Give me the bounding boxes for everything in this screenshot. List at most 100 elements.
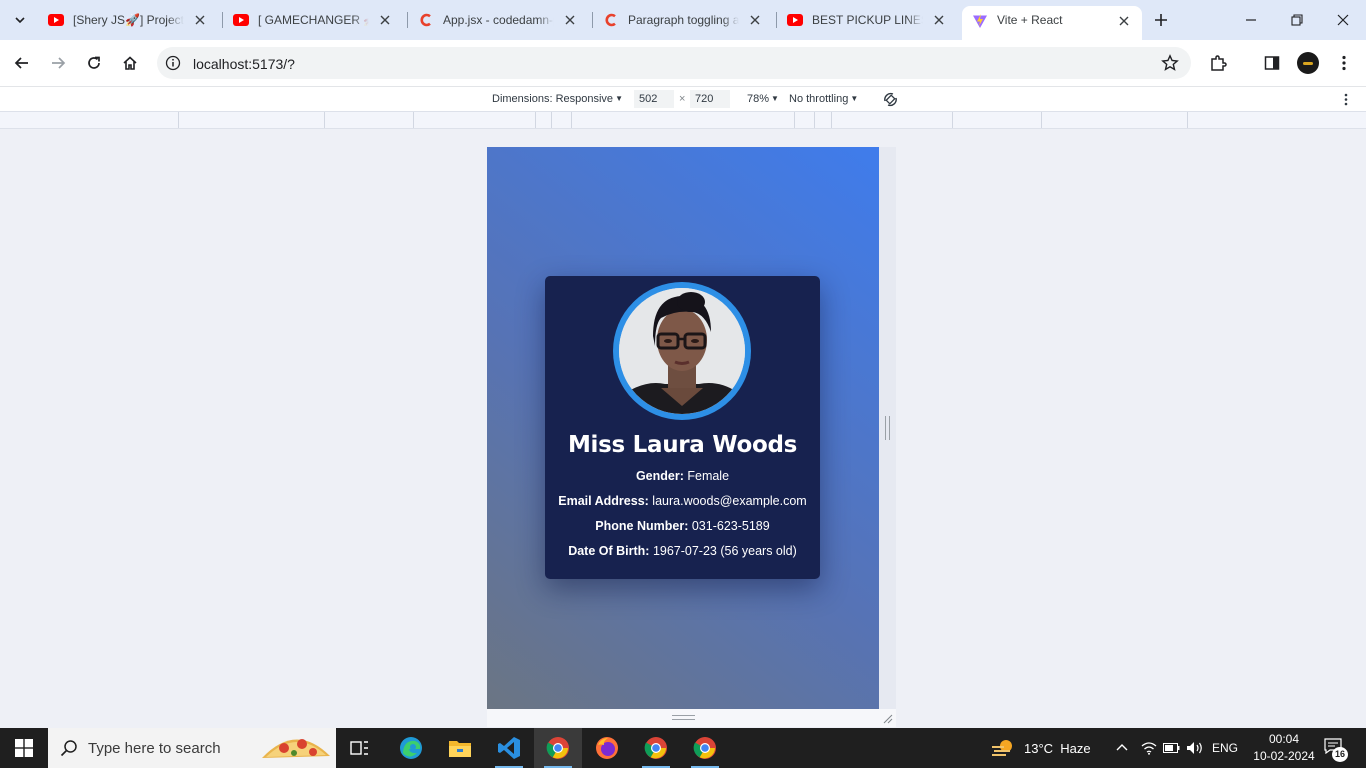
throttling-dropdown[interactable]: No throttling ▼	[789, 93, 858, 105]
width-input[interactable]: 502	[634, 90, 674, 108]
url-text: localhost:5173/?	[193, 56, 295, 72]
side-panel-button[interactable]	[1257, 48, 1287, 78]
email-value: laura.woods@example.com	[652, 494, 807, 508]
taskbar-chrome-3[interactable]	[681, 728, 729, 768]
firefox-icon	[596, 737, 618, 759]
browser-menu-button[interactable]	[1329, 48, 1359, 78]
info-icon[interactable]	[165, 55, 181, 71]
tab-title: Paragraph toggling a	[628, 13, 739, 27]
avatar-ring	[613, 282, 751, 420]
task-view-button[interactable]	[336, 728, 384, 768]
profile-card: Miss Laura Woods Gender: Female Email Ad…	[545, 276, 820, 579]
browser-toolbar: localhost:5173/?	[0, 40, 1366, 86]
dob-label: Date Of Birth:	[568, 544, 650, 558]
kebab-menu-icon[interactable]	[1344, 93, 1348, 106]
vscode-icon	[498, 737, 520, 759]
tab-title: [ GAMECHANGER 🚀	[258, 13, 369, 27]
tab-vite-react[interactable]: Vite + React	[962, 6, 1142, 40]
language-indicator[interactable]: ENG	[1212, 728, 1238, 768]
tab-title: [Shery JS🚀] Project 2	[73, 13, 184, 27]
arrow-left-icon	[14, 57, 28, 69]
zoom-dropdown[interactable]: 78% ▼	[747, 93, 779, 105]
tab-paragraph-toggling[interactable]: Paragraph toggling a	[593, 6, 773, 34]
clock-date: 10-02-2024	[1253, 749, 1315, 763]
back-button[interactable]	[7, 48, 37, 78]
restore-button[interactable]	[1274, 0, 1320, 40]
resize-grip-vertical[interactable]	[885, 416, 890, 440]
taskbar-firefox[interactable]	[583, 728, 631, 768]
dimensions-dropdown[interactable]: Dimensions: Responsive ▼	[492, 93, 623, 105]
extensions-button[interactable]	[1203, 48, 1233, 78]
minimize-icon	[1246, 19, 1256, 21]
tab-title: Vite + React	[997, 13, 1063, 27]
volume-icon[interactable]	[1186, 741, 1204, 755]
weather-widget[interactable]: 13°C Haze	[990, 728, 1091, 768]
taskbar-file-explorer[interactable]	[436, 728, 484, 768]
puzzle-icon	[1211, 55, 1227, 71]
battery-icon[interactable]	[1163, 743, 1180, 753]
windows-logo-icon	[15, 739, 33, 757]
taskbar-chrome-active[interactable]	[534, 728, 582, 768]
reload-button[interactable]	[79, 48, 109, 78]
wifi-icon[interactable]	[1141, 741, 1157, 755]
phone-label: Phone Number:	[595, 519, 689, 533]
height-input[interactable]: 720	[690, 90, 730, 108]
chrome-icon	[644, 737, 667, 759]
minimize-button[interactable]	[1228, 0, 1274, 40]
chrome-icon	[546, 737, 569, 759]
close-icon[interactable]	[747, 12, 763, 28]
emulated-viewport: Miss Laura Woods Gender: Female Email Ad…	[487, 147, 879, 709]
codedamn-icon	[603, 12, 619, 28]
dimension-times: ×	[679, 93, 686, 105]
tab-title: App.jsx - codedamn-p	[443, 13, 554, 27]
close-icon[interactable]	[192, 12, 208, 28]
tab-pickup-lines[interactable]: BEST PICKUP LINES 2	[777, 6, 957, 34]
phone-value: 031-623-5189	[691, 519, 770, 533]
notification-center-button[interactable]: 16	[1324, 738, 1348, 762]
close-icon[interactable]	[1116, 13, 1132, 29]
weather-text: 13°C Haze	[1024, 740, 1091, 756]
media-query-bar[interactable]	[0, 111, 1366, 129]
taskbar-vscode[interactable]	[485, 728, 533, 768]
tab-shery-js[interactable]: [Shery JS🚀] Project 2	[38, 6, 218, 34]
home-button[interactable]	[115, 48, 145, 78]
profile-phone-row: Phone Number: 031-623-5189	[545, 519, 820, 533]
address-bar[interactable]: localhost:5173/?	[157, 47, 1191, 79]
plus-icon	[1155, 14, 1167, 26]
gender-value: Female	[687, 469, 730, 483]
arrow-right-icon	[52, 57, 66, 69]
new-tab-button[interactable]	[1149, 8, 1173, 32]
home-icon	[123, 56, 137, 70]
tab-gamechanger[interactable]: [ GAMECHANGER 🚀	[223, 6, 403, 34]
vite-icon	[972, 13, 988, 29]
taskbar-chrome-2[interactable]	[632, 728, 680, 768]
search-icon	[60, 740, 77, 757]
youtube-icon	[48, 12, 64, 28]
taskbar-clock[interactable]: 00:04 10-02-2024	[1252, 731, 1316, 765]
resize-corner-icon[interactable]	[881, 712, 893, 724]
youtube-icon	[233, 12, 249, 28]
search-placeholder: Type here to search	[88, 740, 221, 757]
windows-taskbar: Type here to search 13°C Haze ENG 00:04 …	[0, 728, 1366, 768]
taskbar-search-box[interactable]: Type here to search	[48, 728, 336, 768]
bookmark-star-icon[interactable]	[1161, 54, 1179, 72]
dob-value: 1967-07-23 (56 years old)	[652, 544, 797, 558]
resize-grip-horizontal[interactable]	[672, 715, 695, 720]
close-icon[interactable]	[377, 12, 393, 28]
profile-avatar[interactable]	[1297, 52, 1319, 74]
forward-button[interactable]	[43, 48, 73, 78]
chevron-up-icon[interactable]	[1116, 742, 1128, 752]
start-button[interactable]	[0, 728, 48, 768]
rotate-icon[interactable]	[882, 91, 899, 108]
close-icon[interactable]	[931, 12, 947, 28]
dimensions-label: Dimensions: Responsive	[492, 93, 614, 105]
codedamn-icon	[418, 12, 434, 28]
tab-search-button[interactable]	[6, 6, 34, 34]
device-toolbar: Dimensions: Responsive ▼ 502 × 720 78% ▼ N…	[0, 86, 1366, 111]
close-window-button[interactable]	[1320, 0, 1366, 40]
close-icon[interactable]	[562, 12, 578, 28]
tab-app-jsx[interactable]: App.jsx - codedamn-p	[408, 6, 588, 34]
taskbar-edge[interactable]	[387, 728, 435, 768]
edge-icon	[400, 737, 422, 759]
email-label: Email Address:	[558, 494, 649, 508]
